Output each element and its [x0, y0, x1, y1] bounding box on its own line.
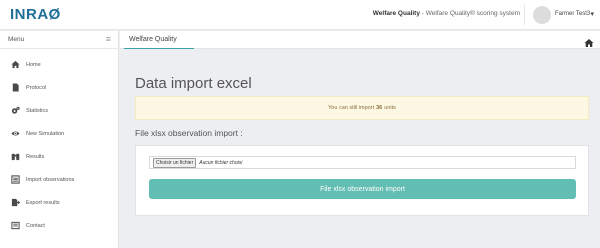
sidebar-item-export-results[interactable]: Export results: [0, 191, 119, 214]
sidebar: Menu ≡ Home Protocol Statistics New Simu…: [0, 31, 119, 248]
menu-header: Menu ≡: [0, 31, 119, 49]
user-name: Farmer Test3: [555, 11, 591, 17]
alert-count: 36: [376, 105, 383, 111]
sidebar-item-import-observations[interactable]: Import observations: [0, 168, 119, 191]
app-window: INRAØ Welfare Quality - Welfare Quality®…: [0, 0, 600, 248]
main-content: Data import excel You can still import 3…: [120, 50, 600, 248]
sidebar-item-statistics[interactable]: Statistics: [0, 99, 119, 122]
sidebar-item-label: Export results: [26, 199, 60, 206]
binoculars-icon: [10, 152, 20, 162]
sidebar-item-label: Import observations: [26, 176, 75, 183]
menu-label: Menu: [8, 36, 25, 43]
import-form-card: Choisir un fichier Aucun fichier choisi …: [135, 145, 589, 216]
cogs-icon: [10, 106, 20, 116]
user-menu[interactable]: Farmer Test3 ▾: [524, 5, 594, 25]
sidebar-item-label: New Simulation: [26, 130, 65, 137]
avatar: [533, 6, 551, 24]
brand-logo[interactable]: INRAØ: [10, 6, 61, 23]
section-label: File xlsx observation import :: [135, 128, 243, 138]
sidebar-item-label: Statistics: [26, 107, 49, 114]
sidebar-item-label: Protocol: [26, 84, 47, 91]
sidebar-item-contact[interactable]: Contact: [0, 214, 119, 237]
sidebar-item-new-simulation[interactable]: New Simulation: [0, 122, 119, 145]
home-icon: [10, 60, 20, 70]
list-icon: [10, 175, 20, 185]
breadcrumb-underline: [124, 48, 194, 49]
alert-prefix: You can still import: [328, 105, 375, 111]
breadcrumb-title: Welfare Quality: [129, 36, 177, 43]
sidebar-item-protocol[interactable]: Protocol: [0, 76, 119, 99]
sidebar-nav: Home Protocol Statistics New Simulation: [0, 53, 119, 237]
top-header: INRAØ Welfare Quality - Welfare Quality®…: [0, 0, 600, 30]
file-icon: [10, 83, 20, 93]
envelope-icon: [10, 221, 20, 231]
app-title-bold: Welfare Quality: [372, 10, 420, 17]
sidebar-item-label: Results: [26, 153, 45, 160]
sidebar-item-home[interactable]: Home: [0, 53, 119, 76]
app-title-subtitle: - Welfare Quality® scoring system: [419, 10, 520, 17]
choose-file-button[interactable]: Choisir un fichier: [153, 157, 197, 168]
chevron-down-icon[interactable]: ▾: [590, 10, 594, 18]
export-icon: [10, 198, 20, 208]
sidebar-item-label: Contact: [26, 222, 45, 229]
file-status-text: Aucun fichier choisi: [199, 159, 243, 166]
page-title: Data import excel: [135, 75, 252, 92]
breadcrumb: Welfare Quality: [120, 31, 600, 49]
home-icon[interactable]: [584, 35, 594, 47]
app-title: Welfare Quality - Welfare Quality® scori…: [373, 10, 520, 17]
sidebar-item-results[interactable]: Results: [0, 145, 119, 168]
file-input[interactable]: Choisir un fichier Aucun fichier choisi: [149, 156, 576, 169]
sidebar-item-label: Home: [26, 61, 41, 68]
import-submit-button[interactable]: File xlsx observation import: [149, 179, 576, 199]
eye-icon: [10, 129, 20, 139]
hamburger-icon[interactable]: ≡: [106, 34, 111, 44]
import-quota-alert: You can still import 36 units: [135, 96, 589, 120]
alert-suffix: units: [384, 105, 396, 111]
